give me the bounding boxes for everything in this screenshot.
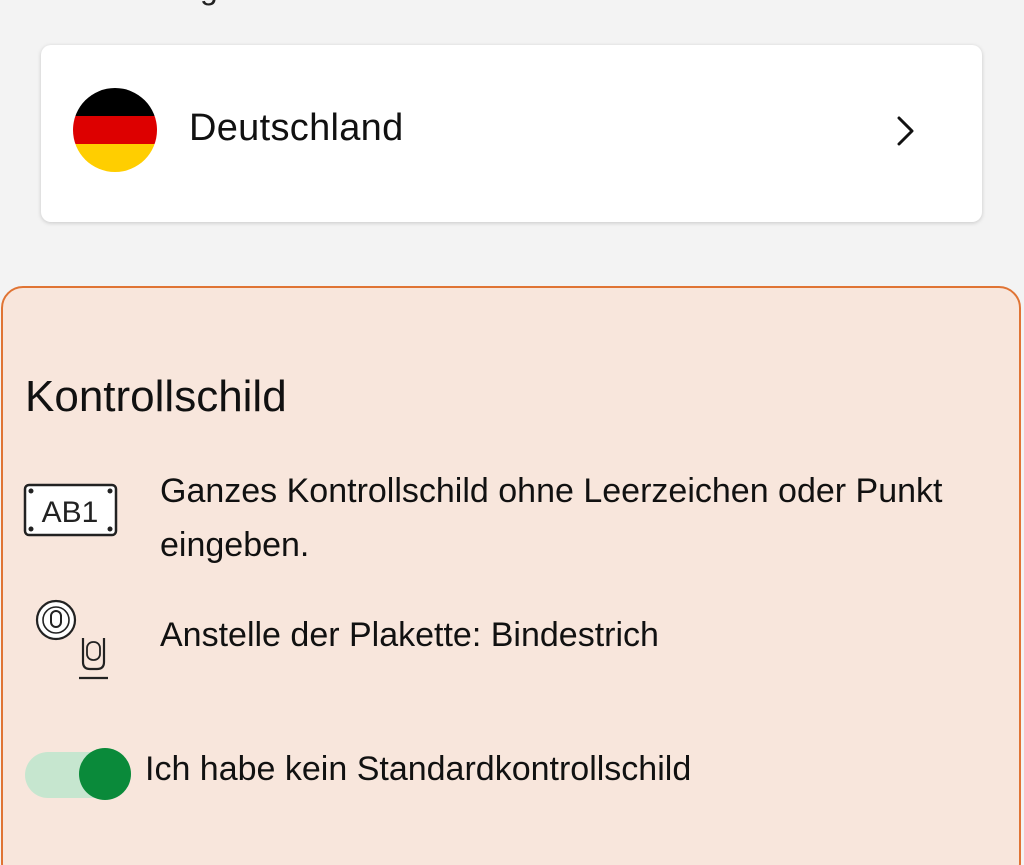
header-hint-text: g [200,0,218,7]
toggle-thumb [79,748,131,800]
country-selector-card[interactable]: Deutschland [41,45,982,222]
license-plate-icon: AB1 [23,482,119,545]
toggle-label: Ich habe kein Standardkontrollschild [145,750,692,788]
plate-icon-text: AB1 [42,496,99,529]
page: g Deutschland Kontrollschild AB1 [0,0,1024,865]
flag-germany-icon [73,88,157,172]
info-text-plate: Ganzes Kontrollschild ohne Leerzeichen o… [160,472,943,564]
info-text-plaque: Anstelle der Plakette: Bindestrich [160,616,659,654]
country-name: Deutschland [189,107,404,149]
panel-title: Kontrollschild [25,372,287,421]
license-plate-panel: Kontrollschild AB1 Ganzes Kontrollschild… [1,286,1021,865]
chevron-right-icon [897,116,914,146]
standard-plate-toggle[interactable] [25,748,131,802]
plaque-hyphen-icon [33,596,113,685]
